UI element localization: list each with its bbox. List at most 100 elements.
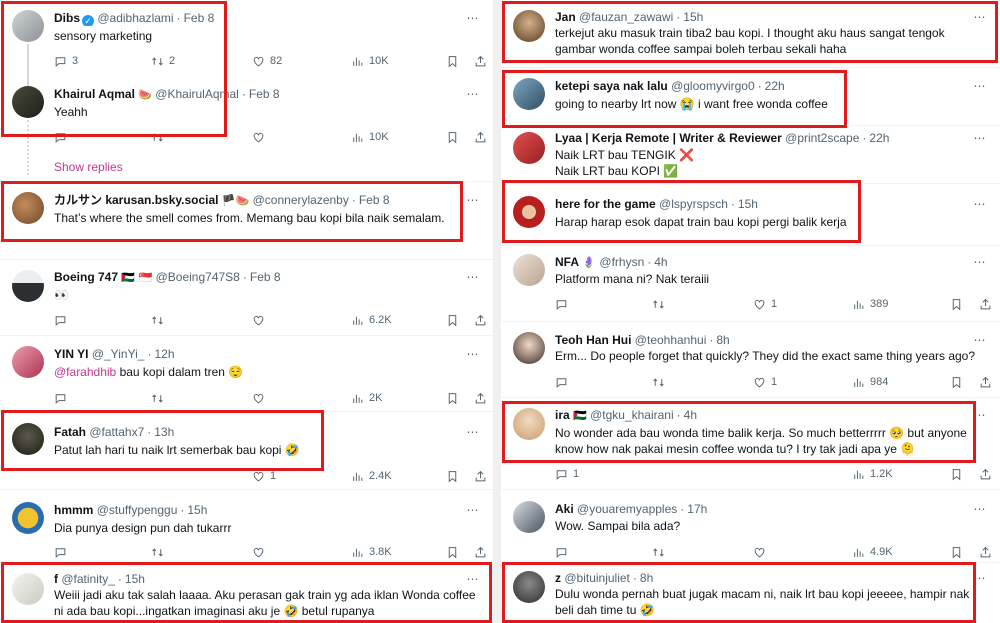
timestamp[interactable]: 8h [640, 571, 653, 585]
display-name[interactable]: Aki [555, 502, 574, 516]
views-button[interactable]: 984 [852, 374, 888, 390]
display-name[interactable]: Khairul Aqmal [54, 87, 135, 101]
tweet-yinyi[interactable]: YIN YI @_YinYi_ · 12h ⋯ @farahdhib bau kop… [0, 336, 493, 412]
like-button[interactable]: 1 [753, 374, 777, 390]
more-options-icon[interactable]: ⋯ [465, 573, 481, 588]
bookmark-button[interactable] [950, 466, 963, 482]
tweet-ira[interactable]: ira 🇵🇸 @tgku_khairani · 4h ⋯ No wonder ada… [501, 398, 1000, 490]
display-name[interactable]: ketepi saya nak lalu [555, 79, 668, 93]
bookmark-button[interactable] [446, 468, 459, 484]
more-options-icon[interactable]: ⋯ [972, 132, 988, 147]
handle[interactable]: @bituinjuliet [564, 571, 630, 585]
tweet-nfa[interactable]: NFA 🪻 @frhysn · 4h ⋯ Platform mana ni? Nak… [501, 246, 1000, 322]
views-button[interactable]: 4.9K [852, 544, 893, 560]
display-name[interactable]: hmmm [54, 503, 93, 517]
tweet-jan[interactable]: Jan @fauzan_zawawi · 15h ⋯ terkejut aku ma… [501, 0, 1000, 68]
like-button[interactable] [252, 544, 265, 560]
more-options-icon[interactable]: ⋯ [972, 198, 988, 213]
tweet-hmmm[interactable]: hmmm @stuffypenggu · 15h ⋯ Dia punya desig… [0, 490, 493, 563]
views-button[interactable]: 2K [351, 390, 382, 406]
views-button[interactable]: 2.4K [351, 468, 392, 484]
views-button[interactable]: 3.8K [351, 544, 392, 560]
retweet-button[interactable] [652, 544, 665, 560]
retweet-button[interactable] [652, 296, 665, 312]
show-replies-link[interactable]: Show replies [54, 160, 123, 174]
tweet-khairul[interactable]: Khairul Aqmal 🍉 @KhairulAqmal · Feb 8 ⋯ Ye… [0, 78, 493, 158]
reply-button[interactable] [555, 544, 568, 560]
reply-button[interactable] [54, 129, 67, 145]
share-button[interactable] [474, 53, 487, 69]
share-button[interactable] [979, 544, 992, 560]
display-name[interactable]: NFA [555, 255, 579, 269]
avatar[interactable] [12, 86, 44, 118]
timestamp[interactable]: 8h [716, 333, 729, 347]
share-button[interactable] [474, 390, 487, 406]
mention-link[interactable]: @farahdhib [54, 365, 116, 379]
handle[interactable]: @KhairulAqmal [155, 87, 239, 101]
more-options-icon[interactable]: ⋯ [465, 271, 481, 286]
handle[interactable]: @fauzan_zawawi [579, 10, 673, 24]
avatar[interactable] [513, 254, 545, 286]
retweet-button[interactable]: 2 [151, 53, 175, 69]
more-options-icon[interactable]: ⋯ [972, 11, 988, 26]
avatar[interactable] [12, 573, 44, 605]
bookmark-button[interactable] [446, 53, 459, 69]
handle[interactable]: @fatinity_ [61, 572, 115, 586]
avatar[interactable] [12, 346, 44, 378]
handle[interactable]: @Boeing747S8 [156, 270, 240, 284]
avatar[interactable] [513, 132, 545, 164]
retweet-button[interactable] [151, 129, 164, 145]
like-button[interactable] [252, 390, 265, 406]
avatar[interactable] [513, 501, 545, 533]
tweet-boeing[interactable]: Boeing 747 🇵🇸 🇸🇬 @Boeing747S8 · Feb 8 ⋯ 👀 … [0, 260, 493, 336]
handle[interactable]: @gloomyvirgo0 [671, 79, 755, 93]
timestamp[interactable]: 4h [684, 408, 697, 422]
share-button[interactable] [474, 312, 487, 328]
timestamp[interactable]: 15h [187, 503, 207, 517]
more-options-icon[interactable]: ⋯ [465, 426, 481, 441]
avatar[interactable] [513, 196, 545, 228]
views-button[interactable]: 1.2K [852, 466, 893, 482]
bookmark-button[interactable] [950, 296, 963, 312]
views-button[interactable]: 10K [351, 53, 389, 69]
retweet-button[interactable] [151, 390, 164, 406]
more-options-icon[interactable]: ⋯ [465, 504, 481, 519]
timestamp[interactable]: 22h [765, 79, 785, 93]
display-name[interactable]: Jan [555, 10, 576, 24]
retweet-button[interactable] [652, 374, 665, 390]
views-button[interactable]: 389 [852, 296, 888, 312]
avatar[interactable] [12, 270, 44, 302]
bookmark-button[interactable] [950, 374, 963, 390]
reply-button[interactable]: 3 [54, 53, 78, 69]
bookmark-button[interactable] [446, 390, 459, 406]
retweet-button[interactable] [151, 312, 164, 328]
handle[interactable]: @fattahx7 [89, 425, 144, 439]
handle[interactable]: @print2scape [785, 131, 859, 145]
handle[interactable]: @connerylazenby [253, 193, 349, 207]
share-button[interactable] [474, 129, 487, 145]
avatar[interactable] [12, 502, 44, 534]
more-options-icon[interactable]: ⋯ [972, 256, 988, 271]
views-button[interactable]: 10K [351, 129, 389, 145]
timestamp[interactable]: Feb 8 [249, 87, 280, 101]
display-name[interactable]: z [555, 571, 561, 585]
more-options-icon[interactable]: ⋯ [972, 503, 988, 518]
avatar[interactable] [513, 408, 545, 440]
handle[interactable]: @teohhanhui [635, 333, 707, 347]
reply-button[interactable] [54, 312, 67, 328]
tweet-lyaa[interactable]: Lyaa | Kerja Remote | Writer & Reviewer … [501, 126, 1000, 184]
tweet-f[interactable]: f @fatinity_ · 15h ⋯ Weiii jadi aku tak sa… [0, 563, 493, 623]
more-options-icon[interactable]: ⋯ [465, 348, 481, 363]
display-name[interactable]: ira [555, 408, 570, 422]
like-button[interactable]: 1 [252, 468, 276, 484]
handle[interactable]: @tgku_khairani [590, 408, 674, 422]
more-options-icon[interactable]: ⋯ [465, 12, 481, 27]
reply-button[interactable]: 1 [555, 466, 579, 482]
bookmark-button[interactable] [446, 312, 459, 328]
reply-button[interactable] [54, 390, 67, 406]
display-name[interactable]: Fatah [54, 425, 86, 439]
timestamp[interactable]: Feb 8 [359, 193, 390, 207]
share-button[interactable] [979, 296, 992, 312]
tweet-ketepi[interactable]: ketepi saya nak lalu @gloomyvirgo0 · 22h ⋯… [501, 68, 1000, 126]
display-name[interactable]: Teoh Han Hui [555, 333, 631, 347]
